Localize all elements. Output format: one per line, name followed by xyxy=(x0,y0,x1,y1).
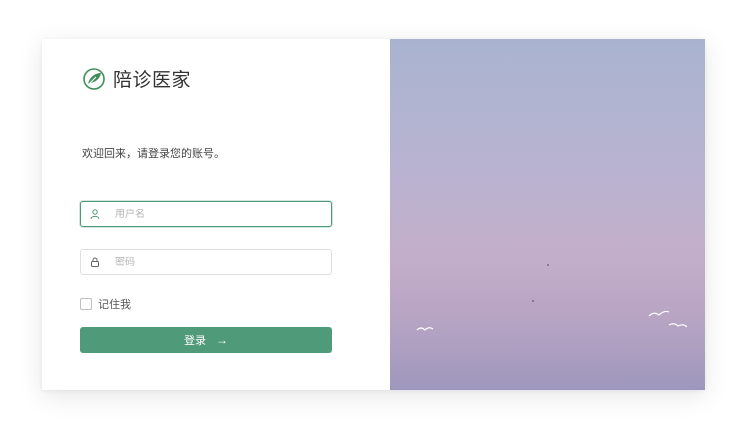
bird-icon xyxy=(416,327,434,331)
password-input[interactable] xyxy=(115,256,315,268)
login-panel: 陪诊医家 欢迎回来，请登录您的账号。 记住我 xyxy=(42,39,390,390)
login-button-label: 登录 xyxy=(184,335,206,347)
lock-icon xyxy=(89,256,101,268)
bird-icon xyxy=(532,300,534,302)
bird-icon xyxy=(668,323,688,328)
user-icon xyxy=(89,208,101,220)
remember-checkbox[interactable] xyxy=(80,298,92,310)
bird-icon xyxy=(648,310,670,317)
login-button[interactable]: 登录 → xyxy=(80,327,332,353)
arrow-right-icon: → xyxy=(216,333,228,347)
brand-name: 陪诊医家 xyxy=(113,70,192,91)
username-field[interactable] xyxy=(80,201,332,227)
sky-background-image xyxy=(390,39,705,390)
login-card: 陪诊医家 欢迎回来，请登录您的账号。 记住我 xyxy=(42,39,705,390)
leaf-logo-icon xyxy=(82,67,106,91)
bird-icon xyxy=(547,264,549,266)
username-input[interactable] xyxy=(115,208,315,220)
remember-me[interactable]: 记住我 xyxy=(80,296,131,312)
remember-label: 记住我 xyxy=(98,299,131,311)
password-field[interactable] xyxy=(80,249,332,275)
welcome-text: 欢迎回来，请登录您的账号。 xyxy=(82,148,225,160)
brand-logo: 陪诊医家 xyxy=(82,65,191,92)
